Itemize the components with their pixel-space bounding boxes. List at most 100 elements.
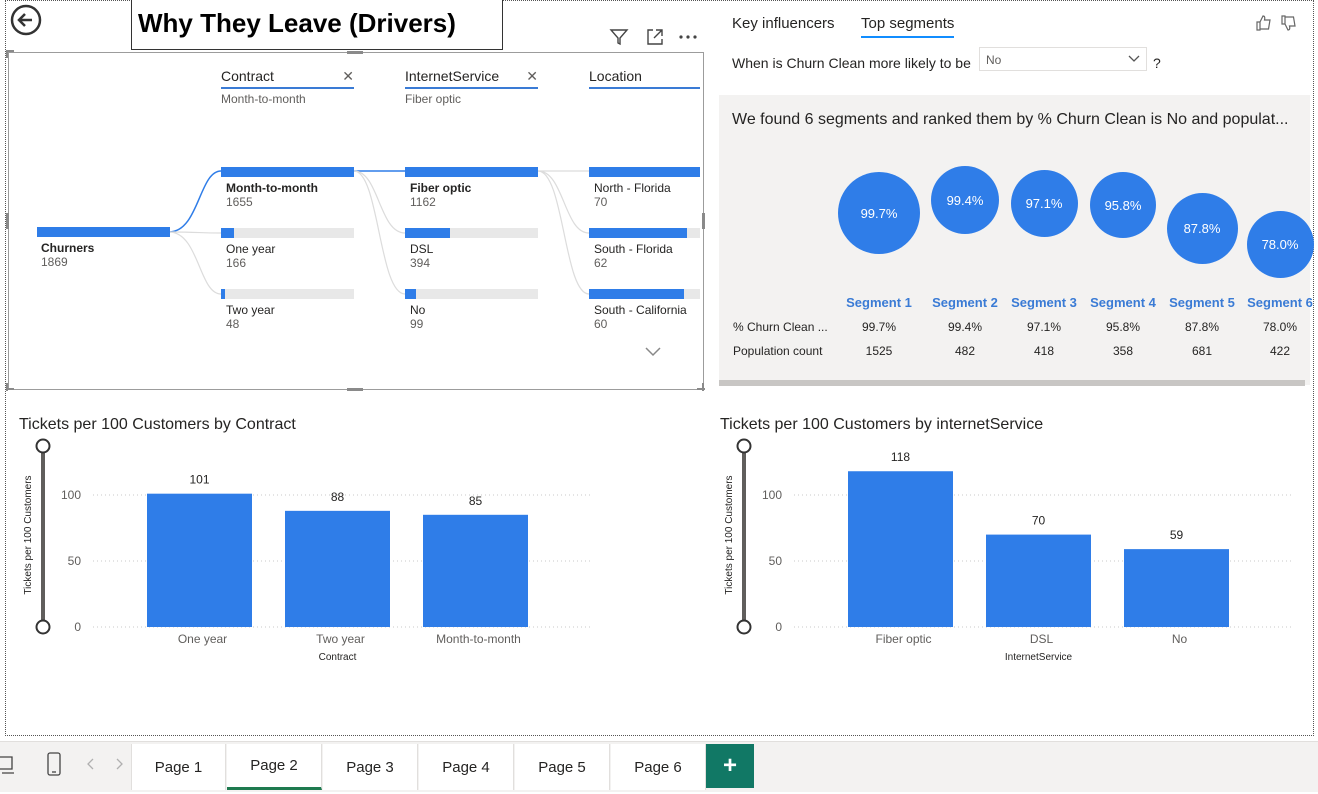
tab-top-segments[interactable]: Top segments [861,15,955,38]
remove-level-icon[interactable]: ✕ [342,68,354,85]
bar-chart-internet: Tickets per 100 Customers 0 50 100 118 Fiber … [724,438,1291,663]
segment-header[interactable]: Segment 4 [1083,295,1163,310]
tree-node[interactable]: One year 166 [221,228,354,270]
question-suffix: ? [1153,55,1161,71]
thumbs-up-icon[interactable] [1255,14,1273,32]
more-options-icon[interactable] [677,27,699,47]
node-label: South - California [594,303,687,317]
level-header-internet[interactable]: InternetService ✕ Fiber optic [405,68,538,106]
level-header-contract[interactable]: Contract ✕ Month-to-month [221,68,354,106]
page-tab[interactable]: Page 5 [515,744,610,790]
segment-cell-pop: 1525 [865,344,893,358]
bar [1124,549,1229,627]
level-name: Contract [221,68,274,84]
node-bar-track [589,167,700,177]
tree-node[interactable]: South - California 60 [589,289,700,331]
tree-node[interactable]: No 99 [405,289,538,331]
chevron-left-icon[interactable] [86,758,96,770]
node-value: 394 [410,256,431,270]
bar [848,471,953,627]
page-tab[interactable]: Page 1 [131,744,226,790]
page-tab[interactable]: Page 6 [611,744,706,790]
desktop-view-icon[interactable] [0,753,16,775]
segment-cell-pct: 99.4% [947,320,983,334]
segment-cell-pct: 87.8% [1184,320,1220,334]
node-bar-track [405,167,538,177]
x-tick-label: DSL [1030,632,1054,646]
decomposition-tree: Contract ✕ Month-to-month InternetServic… [6,50,705,391]
tree-node[interactable]: North - Florida 70 [589,167,700,209]
node-label: Fiber optic [410,181,472,195]
tree-node[interactable]: Fiber optic 1162 [405,167,538,209]
back-arrow-icon[interactable] [10,4,42,36]
segment-header[interactable]: Segment 1 [839,295,919,310]
x-tick-label: Two year [316,632,365,646]
segment-header[interactable]: Segment 5 [1162,295,1242,310]
x-tick-label: Month-to-month [436,632,521,646]
node-bar [221,167,354,177]
segment-header[interactable]: Segment 6 [1240,295,1318,310]
data-label: 85 [469,494,483,508]
row-label-pop: Population count [733,344,823,358]
remove-level-icon[interactable]: ✕ [526,68,538,85]
tree-node[interactable]: Month-to-month 1655 [221,167,354,209]
node-bar-track [589,289,700,299]
node-value: 1869 [41,255,68,269]
tree-node[interactable]: DSL 394 [405,228,538,270]
tab-key-influencers[interactable]: Key influencers [732,15,835,32]
segment-cell-pop: 358 [1112,344,1134,358]
data-label: 118 [891,450,910,464]
horizontal-scrollbar[interactable] [719,380,1305,386]
bar-chart-contract: Tickets per 100 Customers 0 50 100 101 One ye… [23,438,590,663]
chevron-down-icon[interactable] [644,346,662,358]
x-tick-label: Fiber optic [875,632,931,646]
node-bar [589,167,700,177]
node-value: 1655 [226,195,253,209]
y-axis-title: Tickets per 100 Customers [724,475,735,594]
y-tick-label: 100 [61,488,81,502]
segment-bubble[interactable]: 99.7% [838,172,920,254]
mobile-view-icon[interactable] [46,751,62,777]
level-underline [221,87,354,89]
chevron-right-icon[interactable] [114,758,124,770]
page-tab[interactable]: Page 4 [419,744,514,790]
page-tab[interactable]: Page 3 [323,744,418,790]
level-header-location[interactable]: Location [589,68,700,89]
resize-handle[interactable] [6,50,8,58]
add-page-button[interactable]: + [706,744,754,788]
chevron-down-icon [1128,55,1140,62]
target-value-dropdown[interactable]: No [979,47,1147,71]
bar [147,493,252,627]
level-underline [405,87,538,89]
focus-mode-icon[interactable] [645,27,665,47]
node-bar [589,289,685,299]
node-label: No [410,303,426,317]
filter-icon[interactable] [609,27,629,47]
segment-header[interactable]: Segment 2 [925,295,1005,310]
range-slider-handle-top [736,438,752,454]
y-tick-label: 50 [769,554,783,568]
segment-bubble[interactable]: 97.1% [1010,169,1078,237]
segments-panel: We found 6 segments and ranked them by %… [719,95,1314,385]
segment-bubble[interactable]: 99.4% [931,166,999,234]
data-label: 59 [1170,528,1184,542]
tree-node[interactable]: Two year 48 [221,289,354,331]
question-prefix: When is Churn Clean more likely to be [732,55,971,71]
level-filter: Month-to-month [221,92,306,106]
node-label: Churners [41,241,95,255]
tree-node-root[interactable]: Churners 1869 [37,227,170,269]
range-slider-handle-bottom [35,619,51,635]
bar [423,514,528,627]
segment-bubble[interactable]: 95.8% [1090,172,1156,238]
visual-header-toolbar [607,26,702,48]
segment-header[interactable]: Segment 3 [1004,295,1084,310]
data-label: 88 [331,490,345,504]
row-label-pct: % Churn Clean ... [733,320,828,334]
segment-bubble[interactable]: 78.0% [1246,210,1314,278]
tree-node[interactable]: South - Florida 62 [589,228,700,270]
thumbs-down-icon[interactable] [1280,14,1298,32]
node-label: One year [226,242,276,256]
segment-bubble[interactable]: 87.8% [1166,192,1238,264]
page-tab[interactable]: Page 2 [227,744,322,790]
node-value: 1162 [410,195,436,209]
